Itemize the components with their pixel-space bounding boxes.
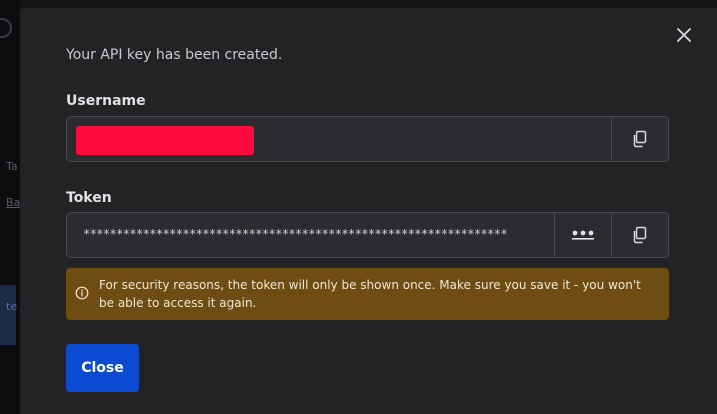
background-text: te	[6, 300, 18, 313]
token-field[interactable]: ****************************************…	[66, 212, 669, 258]
close-icon[interactable]	[675, 26, 693, 44]
background-app: Ta Ba te	[0, 0, 20, 414]
background-circle-icon	[0, 18, 12, 38]
copy-icon	[633, 226, 647, 244]
info-icon	[75, 286, 89, 300]
reveal-token-button[interactable]	[554, 213, 611, 257]
redacted-username-value	[76, 126, 254, 155]
ellipsis-icon	[572, 230, 594, 240]
username-field[interactable]	[66, 116, 669, 162]
background-link: Ba	[6, 196, 20, 209]
copy-username-button[interactable]	[611, 117, 668, 161]
copy-icon	[633, 130, 647, 148]
copy-token-button[interactable]	[611, 213, 668, 257]
dialog-message: Your API key has been created.	[66, 47, 283, 63]
background-panel	[0, 285, 16, 345]
security-warning-text: For security reasons, the token will onl…	[99, 278, 641, 310]
token-label: Token	[66, 190, 112, 206]
token-masked-value: ****************************************…	[83, 227, 508, 241]
api-key-created-dialog: Your API key has been created. Username …	[20, 8, 717, 414]
background-text: Ta	[6, 160, 18, 173]
username-label: Username	[66, 93, 146, 109]
security-warning-banner: For security reasons, the token will onl…	[66, 268, 669, 320]
close-button[interactable]: Close	[66, 344, 139, 392]
